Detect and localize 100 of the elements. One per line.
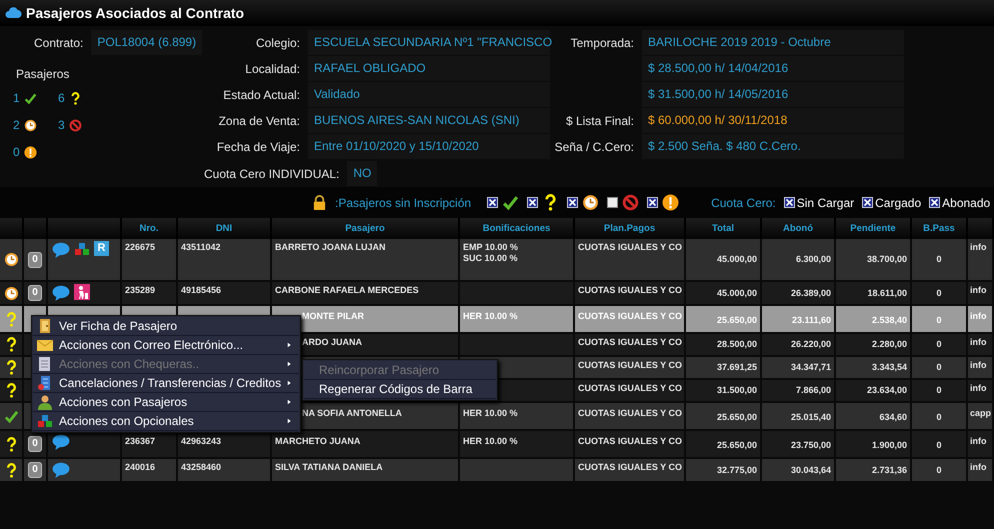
checkbox-label: Abonado (942, 194, 990, 212)
field-value: $ 2.500 Seña. $ 480 C.Cero. (642, 134, 904, 159)
column-header: Nro. (122, 218, 178, 239)
table-cell-text: HER 10.00 % (463, 436, 519, 447)
checkbox[interactable] (784, 197, 795, 208)
table-cell: 32.775,00 (686, 459, 762, 483)
field-label: Cuota Cero INDIVIDUAL: (204, 166, 340, 183)
field-value: POL18004 (6.899) (91, 30, 202, 55)
menu-item[interactable]: Acciones con Correo Electrónico... (33, 336, 299, 355)
cloud-icon (4, 5, 22, 21)
field-label: Colegio: (254, 35, 300, 52)
check-icon (24, 92, 37, 104)
count-value: 3 (58, 117, 65, 134)
field-value: BARILOCHE 2019 2019 - Octubre (642, 30, 904, 55)
chat-icon (52, 284, 70, 302)
field-value: Entre 01/10/2020 y 15/10/2020 (308, 134, 550, 159)
field-value: $ 31.500,00 h/ 14/05/2016 (642, 82, 904, 107)
field-value: BUENOS AIRES-SAN NICOLAS (SNI) (308, 108, 550, 133)
envelope-icon (37, 337, 53, 353)
person-icon (74, 284, 90, 300)
chat-icon (52, 433, 70, 451)
alert-icon (662, 194, 680, 211)
field-value: ESCUELA SECUNDARIA Nº1 "FRANCISCO (308, 30, 550, 55)
table-cell: SILVA TATIANA DANIELA (272, 459, 460, 483)
count-value: 2 (13, 117, 20, 134)
table-cell: info (968, 459, 994, 483)
chat-icon (52, 241, 70, 259)
clock-icon (4, 252, 18, 267)
checkbox[interactable] (929, 197, 940, 208)
checkbox[interactable] (647, 197, 658, 208)
tag-badge: R (94, 241, 109, 256)
field-label: $ Lista Final: (564, 113, 634, 130)
count-badge: 0 (28, 462, 42, 478)
column-header: Plan.Pagos (575, 218, 686, 239)
table-cell-text: EMP 10.00 % SUC 10.00 % (463, 242, 519, 264)
table-cell: CUOTAS IGUALES Y CO (575, 459, 686, 483)
menu-item[interactable]: Cancelaciones / Transferencias / Creditos (33, 374, 299, 393)
column-header: DNI (178, 218, 272, 239)
count-value: 6 (58, 90, 65, 107)
cabinet-icon (37, 375, 53, 391)
table-cell: 2.731,36 (836, 459, 912, 483)
count-badge: 0 (28, 285, 42, 301)
table-cell-text: HER 10.00 % (463, 408, 519, 419)
field-label: Temporada: (570, 35, 634, 52)
table-cell: 240016 (122, 459, 178, 483)
checkbox-label: Sin Cargar (796, 194, 854, 212)
lock-icon (312, 194, 327, 211)
table-cell: 0 (912, 459, 968, 483)
check-icon (502, 194, 520, 211)
filter-label: Cuota Cero: (711, 194, 776, 212)
checkbox[interactable] (607, 197, 618, 208)
alert-icon (24, 146, 37, 158)
column-header: Pendiente (836, 218, 912, 239)
column-header: B.Pass (912, 218, 968, 239)
count-badge: 0 (28, 436, 42, 452)
column-header: Bonificaciones (460, 218, 575, 239)
door-icon (37, 318, 53, 334)
checkbox[interactable] (862, 197, 874, 208)
field-label: Seña / C.Cero: (554, 139, 634, 156)
field-label: Zona de Venta: (218, 113, 300, 130)
window-title: Pasajeros Asociados al Contrato (26, 4, 244, 23)
table-cell: 30.043,64 (762, 459, 836, 483)
column-header: Pasajero (272, 218, 460, 239)
table-cell: 43258460 (178, 459, 272, 483)
column-header: Abonó (762, 218, 836, 239)
count-value: 0 (13, 144, 20, 161)
checkbox-label: Cargado (875, 194, 922, 212)
clock-icon (24, 118, 37, 132)
clock-icon (4, 286, 18, 300)
menu-item[interactable]: Acciones con Pasajeros (33, 393, 299, 412)
count-value: 1 (13, 90, 20, 107)
menu-item[interactable]: Regenerar Códigos de Barra (304, 380, 496, 399)
field-value: RAFAEL OBLIGADO (308, 56, 550, 81)
blocks-icon (37, 413, 53, 429)
column-header: Total (686, 218, 762, 239)
field-label: Estado Actual: (222, 87, 300, 104)
field-label: Localidad: (244, 61, 300, 78)
menu-item[interactable]: Acciones con Opcionales (33, 412, 299, 431)
chat-icon (52, 461, 70, 479)
filter-label: :Pasajeros sin Inscripción (335, 194, 472, 212)
field-value: $ 60.000,00 h/ 30/11/2018 (642, 108, 904, 133)
field-label: Contrato: (34, 35, 84, 52)
clock-icon (582, 194, 600, 211)
field-value: Validado (308, 82, 550, 107)
field-label: Fecha de Viaje: (216, 139, 300, 156)
field-value: NO (347, 161, 378, 186)
person-icon (37, 394, 53, 410)
field-value: $ 28.500,00 h/ 14/04/2016 (642, 56, 904, 81)
section-label: Pasajeros (15, 66, 70, 83)
question-icon (68, 92, 82, 104)
check-icon (4, 408, 18, 424)
count-badge: 0 (28, 252, 42, 268)
checkbox[interactable] (487, 197, 498, 208)
checkbox[interactable] (567, 197, 578, 208)
blocks-icon (74, 241, 90, 257)
forbidden-icon (68, 118, 82, 132)
checkbox[interactable] (527, 197, 538, 208)
table-cell-text: HER 10.00 % (463, 311, 519, 322)
document-icon (37, 356, 53, 372)
menu-item[interactable]: Ver Ficha de Pasajero (33, 317, 299, 336)
